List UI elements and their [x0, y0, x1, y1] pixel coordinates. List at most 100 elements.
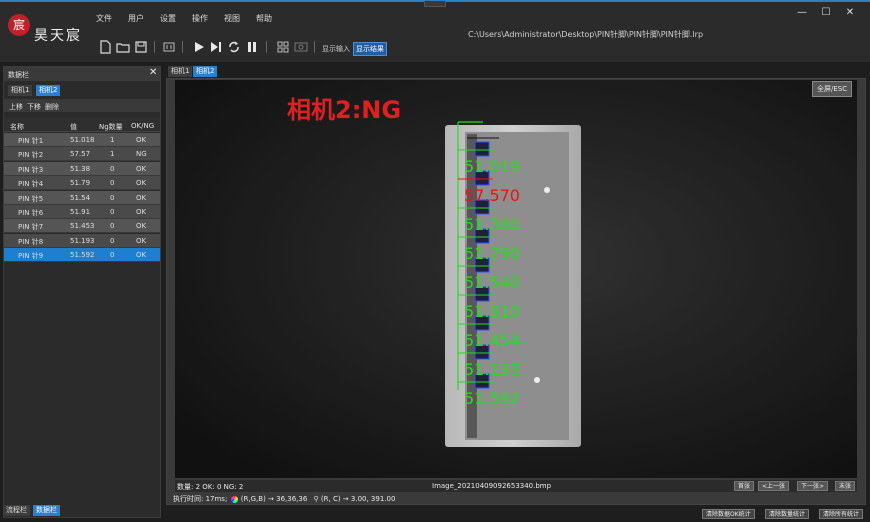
image-viewer[interactable]: 51.019 57.570 51.380 51.790 51.540 51.910 51.4… — [175, 80, 857, 478]
tab-data-panel[interactable]: 数据栏 — [33, 505, 60, 516]
result-counts: 数量: 2 OK: 0 NG: 2 — [177, 483, 244, 491]
tab-camera-1[interactable]: 相机1 — [8, 85, 33, 96]
tab-flow-panel[interactable]: 流程栏 — [3, 505, 30, 516]
minimize-button[interactable]: — — [794, 6, 810, 20]
menu-help[interactable]: 帮助 — [256, 13, 272, 24]
cell-ng: 0 — [110, 236, 115, 245]
measurement-label: 51.592 — [464, 389, 520, 408]
cell-value: 51.38 — [70, 164, 91, 173]
loop-icon[interactable] — [227, 40, 241, 54]
clear-all-stats-button[interactable]: 清除所有统计 — [819, 509, 864, 519]
menu-settings[interactable]: 设置 — [160, 13, 176, 24]
cell-result: OK — [136, 136, 147, 144]
person-icon: ⚲ — [313, 495, 319, 503]
cell-value: 51.592 — [70, 251, 95, 260]
menu-view[interactable]: 视图 — [224, 13, 240, 24]
move-up-button[interactable]: 上移 — [9, 102, 23, 112]
table-row[interactable]: PIN 针9 51.592 0 OK — [4, 248, 160, 263]
table-row[interactable]: PIN 针6 51.91 0 OK — [4, 205, 160, 219]
pixel-rgb: (R,G,B) → 36,36,36 — [240, 495, 308, 503]
execution-info: 执行时间: 17ms; (R,G,B) → 36,36,36 ⚲ (R, C) … — [173, 494, 395, 504]
cell-value: 51.193 — [70, 236, 95, 245]
table-row[interactable]: PIN 针3 51.38 0 OK — [4, 161, 160, 176]
cell-name: PIN 针4 — [18, 180, 44, 189]
toolbar-separator — [314, 41, 315, 53]
table-row[interactable]: PIN 针4 51.79 0 OK — [4, 176, 160, 191]
cell-value: 51.453 — [70, 222, 95, 231]
delete-button[interactable]: 删除 — [45, 102, 59, 112]
pause-icon[interactable] — [245, 40, 259, 54]
cell-result: OK — [136, 179, 147, 188]
cell-result: OK — [136, 164, 147, 173]
tab-viewer-camera-1[interactable]: 相机1 — [168, 66, 193, 77]
app-logo: 宸 — [8, 14, 30, 36]
open-folder-icon[interactable] — [116, 40, 130, 54]
measurement-label: 51.454 — [464, 331, 520, 350]
table-row[interactable]: PIN 针8 51.193 0 OK — [4, 233, 160, 248]
cell-name: PIN 针9 — [18, 252, 44, 261]
cell-name: PIN 针5 — [18, 194, 44, 203]
cell-result: OK — [136, 208, 147, 216]
table-row[interactable]: PIN 针1 51.018 1 OK — [4, 133, 160, 147]
move-down-button[interactable]: 下移 — [27, 102, 41, 112]
menu-user[interactable]: 用户 — [128, 13, 144, 24]
column-name: 名称 — [10, 123, 24, 131]
new-file-icon[interactable] — [98, 40, 112, 54]
tab-camera-2[interactable]: 相机2 — [36, 85, 61, 96]
execution-time: 执行时间: 17ms; — [173, 495, 228, 503]
measurement-label: 51.193 — [464, 360, 520, 379]
cell-ng: 0 — [110, 208, 115, 216]
menu-file[interactable]: 文件 — [96, 13, 112, 24]
app-brand: 昊天宸 — [34, 28, 82, 44]
clear-count-stats-button[interactable]: 清除数量统计 — [765, 509, 810, 519]
pixel-coordinates: (R, C) → 3.00, 391.00 — [320, 495, 396, 503]
overlay-result-title: 相机2:NG — [287, 96, 401, 124]
cell-ng: 0 — [110, 164, 115, 173]
column-ng-count: Ng数量 — [99, 123, 123, 131]
table-row[interactable]: PIN 针2 57.57 1 NG — [4, 147, 160, 162]
measurement-label: 51.790 — [464, 244, 520, 263]
fullscreen-button[interactable]: 全屏/ESC — [812, 81, 853, 97]
cell-value: 57.57 — [70, 150, 91, 159]
cell-result: OK — [136, 222, 147, 231]
cell-ng: 0 — [110, 179, 115, 188]
menu-operate[interactable]: 操作 — [192, 13, 208, 24]
close-button[interactable]: ✕ — [842, 6, 858, 20]
cell-ng: 0 — [110, 193, 115, 202]
tab-viewer-camera-2[interactable]: 相机2 — [193, 66, 218, 77]
prev-image-button[interactable]: <上一张 — [758, 481, 790, 491]
show-result-toggle[interactable]: 显示结果 — [353, 42, 387, 56]
grid-icon[interactable] — [276, 40, 290, 54]
measurement-label: 51.380 — [464, 215, 520, 234]
image-icon[interactable] — [294, 40, 308, 54]
cell-result: OK — [136, 251, 147, 260]
cell-value: 51.018 — [70, 136, 95, 144]
close-icon[interactable]: ✕ — [149, 67, 157, 78]
measurement-label: 51.910 — [464, 302, 520, 321]
table-row[interactable]: PIN 针7 51.453 0 OK — [4, 219, 160, 234]
data-panel-title: 数据栏 — [8, 71, 29, 79]
save-icon[interactable] — [134, 40, 148, 54]
clear-ok-stats-button[interactable]: 清除数据OK统计 — [702, 509, 755, 519]
column-ok-ng: OK/NG — [131, 122, 155, 130]
step-icon[interactable] — [209, 40, 223, 54]
last-image-button[interactable]: 末张 — [835, 481, 856, 491]
show-input-toggle[interactable]: 显示输入 — [322, 44, 350, 54]
camera-params-icon[interactable] — [162, 40, 176, 54]
next-image-button[interactable]: 下一张> — [797, 481, 829, 491]
cell-result: OK — [136, 236, 147, 245]
table-row[interactable]: PIN 针5 51.54 0 OK — [4, 190, 160, 205]
pin-outline — [474, 141, 490, 157]
column-value: 值 — [70, 123, 77, 131]
cell-value: 51.54 — [70, 193, 91, 202]
cell-ng: 0 — [110, 222, 115, 231]
cell-result: OK — [136, 193, 147, 202]
cell-value: 51.91 — [70, 208, 91, 216]
first-image-button[interactable]: 首张 — [734, 481, 755, 491]
cell-name: PIN 针2 — [18, 151, 44, 160]
maximize-button[interactable]: ☐ — [818, 6, 834, 20]
image-file-name: Image_20210409092653340.bmp — [432, 482, 552, 490]
toolbar-separator — [154, 41, 155, 53]
window-drag-handle[interactable] — [424, 1, 446, 7]
run-icon[interactable] — [192, 40, 206, 54]
